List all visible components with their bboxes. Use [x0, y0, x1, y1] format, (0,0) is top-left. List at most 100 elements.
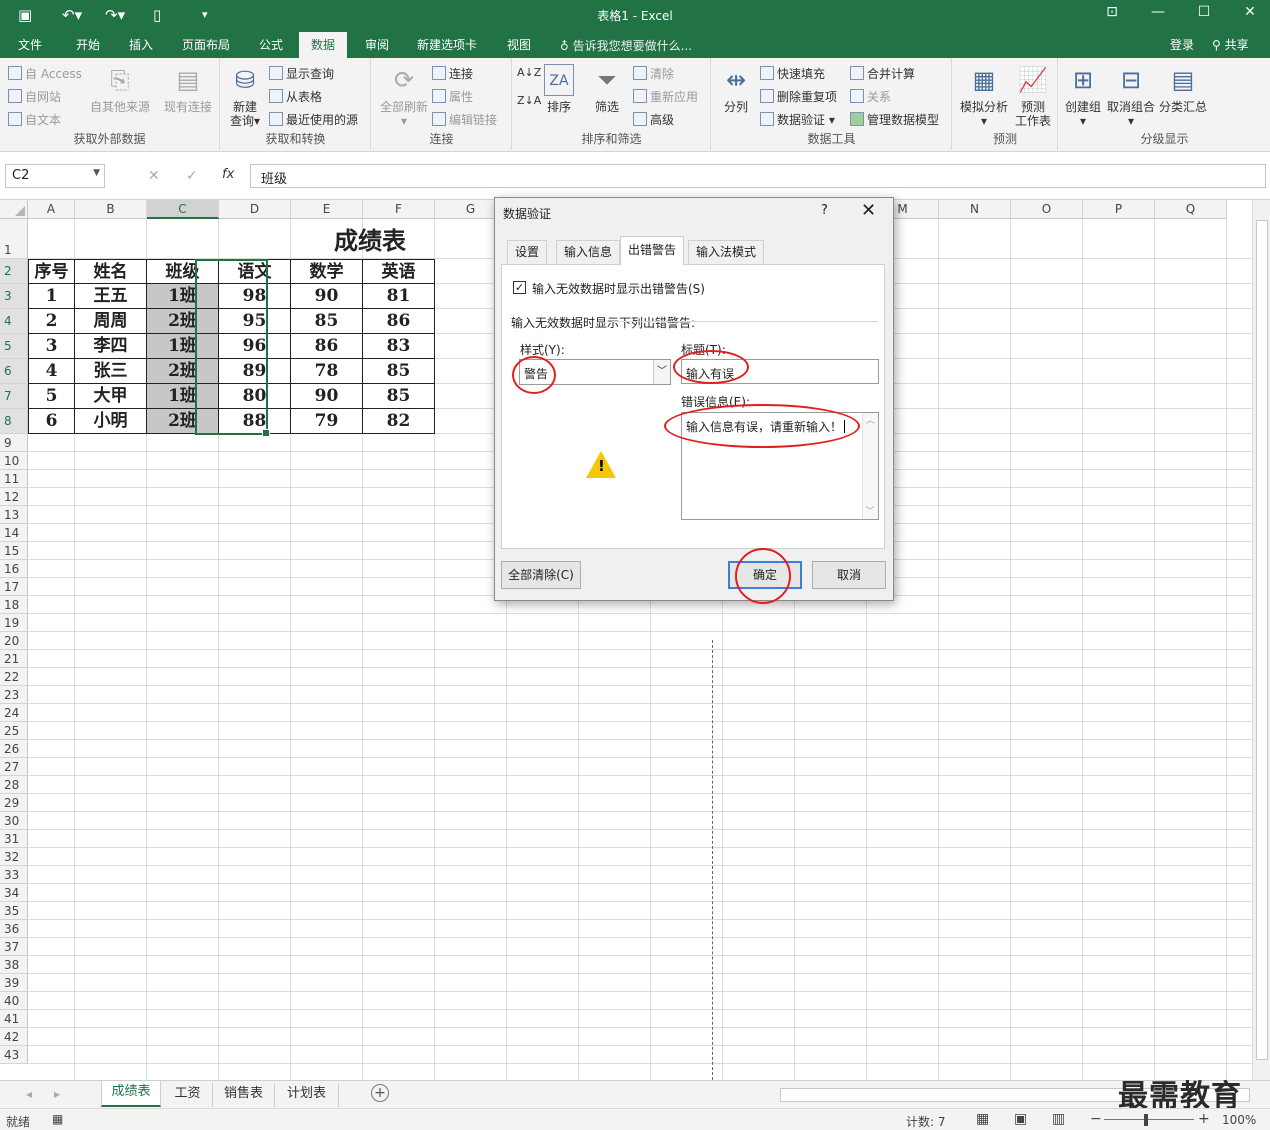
row-header-3[interactable]: 3	[0, 284, 28, 309]
row-header-18[interactable]: 18	[0, 596, 28, 614]
column-header-o[interactable]: O	[1011, 200, 1083, 219]
table-cell[interactable]: 4	[28, 359, 75, 384]
text-to-columns-button[interactable]: ⇹ 分列	[718, 64, 754, 114]
row-header-9[interactable]: 9	[0, 434, 28, 452]
row-header-42[interactable]: 42	[0, 1028, 28, 1046]
table-cell[interactable]: 80	[219, 384, 291, 409]
row-header-11[interactable]: 11	[0, 470, 28, 488]
sort-button[interactable]: ZA 排序	[541, 64, 577, 114]
advanced-filter-button[interactable]: 高级	[633, 111, 674, 128]
table-cell[interactable]: 81	[363, 284, 435, 309]
vertical-scrollbar[interactable]	[1252, 200, 1270, 1080]
ribbon-display-icon[interactable]: ⊡	[1097, 4, 1127, 20]
column-header-c[interactable]: C	[147, 200, 219, 219]
flash-fill-button[interactable]: 快速填充	[760, 65, 825, 82]
table-cell[interactable]: 90	[291, 284, 363, 309]
sheet-tab-scores[interactable]: 成绩表	[101, 1081, 161, 1107]
zoom-in-icon[interactable]: +	[1198, 1111, 1210, 1127]
tab-page-layout[interactable]: 页面布局	[182, 36, 230, 53]
header-cell[interactable]: 数学	[291, 259, 363, 284]
row-header-1[interactable]: 1	[0, 219, 28, 259]
from-text-button[interactable]: 自文本	[8, 111, 61, 128]
tab-data[interactable]: 数据	[299, 32, 348, 58]
select-all-corner[interactable]	[0, 200, 28, 219]
what-if-button[interactable]: ▦ 模拟分析 ▾	[957, 64, 1011, 128]
forecast-sheet-button[interactable]: 📈 预测 工作表	[1011, 64, 1055, 128]
header-cell[interactable]: 序号	[28, 259, 75, 284]
share-button[interactable]: ⚲ 共享	[1212, 36, 1249, 53]
table-cell[interactable]: 大甲	[75, 384, 147, 409]
table-cell[interactable]: 98	[219, 284, 291, 309]
tell-me-box[interactable]: ♁ 告诉我您想要做什么...	[560, 37, 692, 54]
dialog-tab-input-message[interactable]: 输入信息	[556, 240, 621, 264]
table-cell[interactable]: 89	[219, 359, 291, 384]
row-header-33[interactable]: 33	[0, 866, 28, 884]
row-header-24[interactable]: 24	[0, 704, 28, 722]
column-header-e[interactable]: E	[291, 200, 363, 219]
sheet-tab-plan[interactable]: 计划表	[275, 1083, 339, 1107]
row-header-43[interactable]: 43	[0, 1046, 28, 1064]
row-header-22[interactable]: 22	[0, 668, 28, 686]
zoom-level[interactable]: 100%	[1222, 1113, 1256, 1127]
formula-input[interactable]: 班级	[250, 164, 1266, 188]
new-query-button[interactable]: ⛁ 新建 查询▾	[227, 64, 263, 128]
chevron-down-icon[interactable]: ﹀	[653, 360, 670, 384]
from-table-button[interactable]: 从表格	[269, 88, 322, 105]
row-header-37[interactable]: 37	[0, 938, 28, 956]
table-cell[interactable]: 3	[28, 334, 75, 359]
column-header-a[interactable]: A	[28, 200, 75, 219]
clear-all-button[interactable]: 全部清除(C)	[501, 561, 581, 589]
login-link[interactable]: 登录	[1170, 36, 1194, 53]
table-cell[interactable]: 1班	[147, 284, 219, 309]
row-header-35[interactable]: 35	[0, 902, 28, 920]
row-header-25[interactable]: 25	[0, 722, 28, 740]
relationships-button[interactable]: 关系	[850, 88, 891, 105]
table-cell[interactable]: 88	[219, 409, 291, 434]
macro-record-icon[interactable]: ▦	[52, 1112, 63, 1126]
table-cell[interactable]: 86	[363, 309, 435, 334]
tab-new[interactable]: 新建选项卡	[417, 36, 477, 53]
row-header-5[interactable]: 5	[0, 334, 28, 359]
table-cell[interactable]: 2班	[147, 359, 219, 384]
manage-data-model-button[interactable]: 管理数据模型	[850, 111, 939, 128]
table-cell[interactable]: 周周	[75, 309, 147, 334]
vertical-scroll-thumb[interactable]	[1256, 220, 1268, 1060]
table-cell[interactable]: 2班	[147, 409, 219, 434]
remove-duplicates-button[interactable]: 删除重复项	[760, 88, 837, 105]
table-cell[interactable]: 小明	[75, 409, 147, 434]
dialog-tab-settings[interactable]: 设置	[507, 240, 548, 264]
row-header-39[interactable]: 39	[0, 974, 28, 992]
column-header-f[interactable]: F	[363, 200, 435, 219]
subtotal-button[interactable]: ▤ 分类汇总	[1157, 64, 1209, 114]
table-cell[interactable]: 2班	[147, 309, 219, 334]
clear-filter-button[interactable]: 清除	[633, 65, 674, 82]
connections-button[interactable]: 连接	[432, 65, 473, 82]
table-cell[interactable]: 78	[291, 359, 363, 384]
row-header-14[interactable]: 14	[0, 524, 28, 542]
tab-review[interactable]: 审阅	[365, 36, 389, 53]
zoom-out-icon[interactable]: −	[1090, 1111, 1102, 1127]
ungroup-button[interactable]: ⊟ 取消组合 ▾	[1105, 64, 1157, 128]
tab-home[interactable]: 开始	[76, 36, 100, 53]
row-header-23[interactable]: 23	[0, 686, 28, 704]
column-header-n[interactable]: N	[939, 200, 1011, 219]
function-icon[interactable]: fx	[222, 167, 234, 182]
scroll-down-icon[interactable]: ﹀	[863, 504, 877, 517]
edit-links-button[interactable]: 编辑链接	[432, 111, 497, 128]
row-header-26[interactable]: 26	[0, 740, 28, 758]
ok-button[interactable]: 确定	[728, 561, 802, 589]
cancel-button[interactable]: 取消	[812, 561, 886, 589]
row-header-12[interactable]: 12	[0, 488, 28, 506]
header-cell[interactable]: 班级	[147, 259, 219, 284]
table-cell[interactable]: 95	[219, 309, 291, 334]
dialog-tab-error-alert[interactable]: 出错警告	[620, 236, 685, 265]
existing-connections-button[interactable]: ▤ 现有连接	[160, 64, 216, 114]
add-sheet-icon[interactable]: +	[371, 1084, 389, 1102]
normal-view-icon[interactable]: ▦	[976, 1111, 989, 1127]
sheet-tab-salary[interactable]: 工资	[163, 1083, 213, 1107]
row-header-19[interactable]: 19	[0, 614, 28, 632]
tab-insert[interactable]: 插入	[129, 36, 153, 53]
row-header-32[interactable]: 32	[0, 848, 28, 866]
row-header-38[interactable]: 38	[0, 956, 28, 974]
consolidate-button[interactable]: 合并计算	[850, 65, 915, 82]
